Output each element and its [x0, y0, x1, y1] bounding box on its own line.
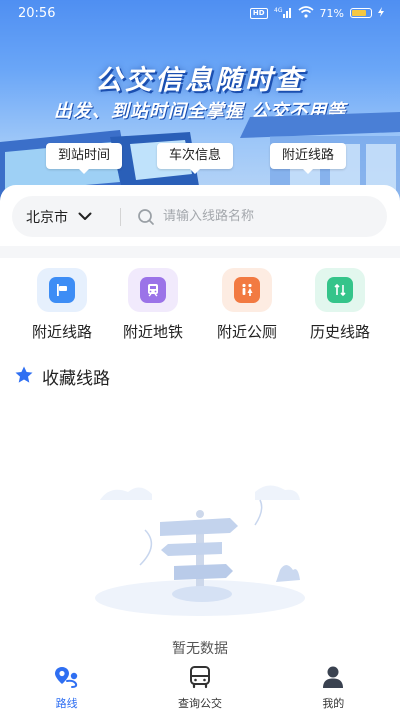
history-route-icon	[327, 277, 353, 303]
empty-state-text: 暂无数据	[172, 641, 228, 657]
bus-icon	[188, 664, 212, 690]
search-bar: 北京市	[12, 196, 387, 237]
tab-mine[interactable]: 我的	[267, 657, 400, 711]
search-card: 北京市	[0, 185, 400, 255]
hd-icon: HD	[249, 7, 268, 19]
entry-label: 附近公厕	[216, 323, 277, 341]
hero-tag-trip-info: 车次信息	[157, 143, 234, 174]
search-icon	[137, 208, 155, 226]
city-selector[interactable]: 北京市	[12, 207, 120, 227]
network-type-text: 4G	[274, 7, 283, 14]
entry-history-routes[interactable]: 历史线路	[293, 268, 387, 342]
route-icon	[54, 664, 80, 690]
section-divider	[0, 246, 400, 258]
empty-state-signpost-illustration	[95, 485, 305, 616]
hero-tag-arrival-time: 到站时间	[46, 143, 123, 174]
route-sign-icon	[49, 277, 75, 303]
metro-icon	[140, 277, 166, 303]
city-name: 北京市	[26, 209, 68, 226]
quick-entry-grid: 附近线路 附近地铁 附近公厕 历史线路	[0, 268, 400, 348]
tab-label: 查询公交	[177, 697, 222, 710]
status-bar: 20:56 HD 4G 71%	[0, 0, 400, 26]
entry-nearby-metro[interactable]: 附近地铁	[106, 268, 200, 342]
tab-label: 我的	[322, 697, 345, 710]
entry-label: 历史线路	[309, 323, 370, 341]
hero-feature-tags: 到站时间 车次信息 附近线路	[0, 143, 400, 174]
hero-tag-nearby-routes: 附近线路	[270, 143, 347, 174]
battery-icon	[350, 8, 372, 18]
entry-label: 附近地铁	[122, 323, 183, 341]
tab-bus-query[interactable]: 查询公交	[133, 657, 266, 711]
restroom-icon	[234, 277, 260, 303]
user-icon	[322, 664, 344, 690]
hero-title: 公交信息随时查	[95, 65, 305, 96]
entry-nearby-routes[interactable]: 附近线路	[15, 268, 109, 342]
favorites-header: 收藏线路	[14, 364, 110, 389]
battery-percent: 71%	[319, 6, 344, 20]
signal-icon: 4G	[274, 6, 292, 21]
status-icons: HD 4G 71%	[249, 5, 384, 21]
wifi-icon	[298, 5, 314, 21]
search-divider	[120, 207, 121, 226]
tab-label: 路线	[55, 697, 78, 710]
entry-nearby-restroom[interactable]: 附近公厕	[200, 268, 294, 342]
tab-route[interactable]: 路线	[0, 657, 133, 711]
entry-label: 附近线路	[31, 323, 92, 341]
bottom-tab-bar: 路线 查询公交 我的	[0, 657, 400, 711]
status-time: 20:56	[18, 5, 56, 21]
charging-icon	[378, 6, 384, 20]
favorites-title: 收藏线路	[42, 369, 110, 389]
star-icon	[14, 365, 34, 389]
route-search-input[interactable]	[155, 209, 387, 224]
chevron-down-icon	[78, 209, 92, 225]
